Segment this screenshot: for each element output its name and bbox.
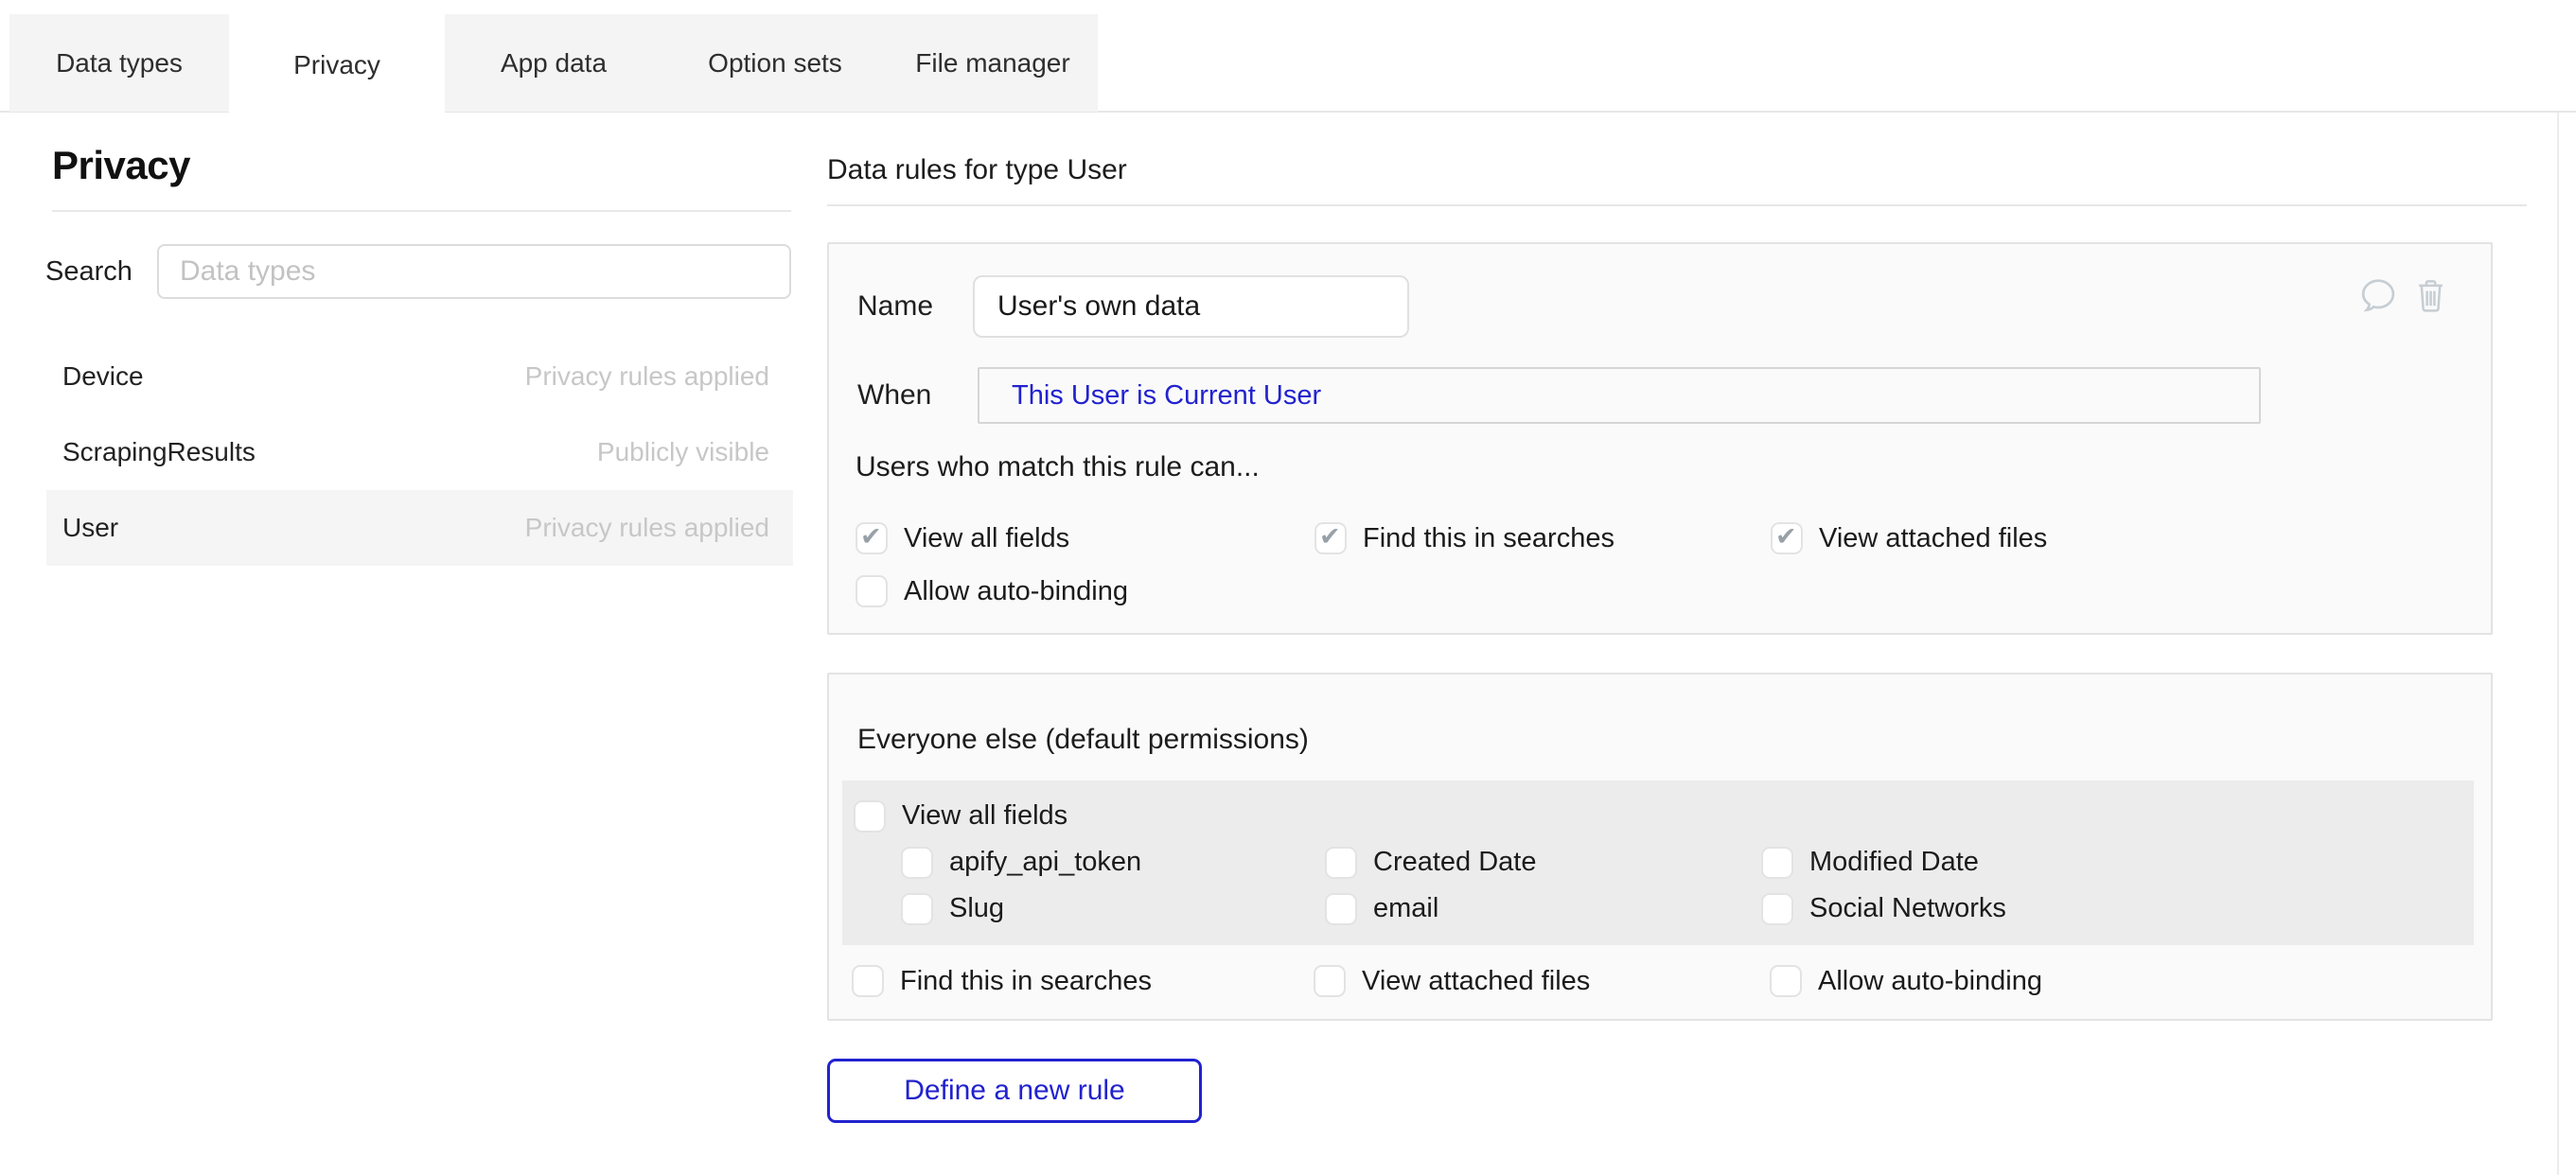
panel-divider	[827, 204, 2527, 206]
checkbox[interactable]	[1314, 965, 1346, 997]
name-label: Name	[857, 290, 973, 323]
perm-find-in-searches: Find this in searches	[1314, 512, 1771, 565]
checkbox-label: View all fields	[902, 800, 1067, 832]
match-rule-text: Users who match this rule can...	[856, 449, 2491, 485]
checkbox-label: Allow auto-binding	[1818, 966, 2042, 997]
checkbox-label: View attached files	[1819, 523, 2047, 554]
field-checkbox-grid: apify_api_token Created Date Modified Da…	[901, 839, 2474, 932]
panel-heading: Data rules for type User	[827, 152, 2576, 188]
rule-permissions: View all fields Find this in searches Vi…	[856, 512, 2491, 618]
checkbox[interactable]	[901, 847, 933, 879]
field-created-date: Created Date	[1325, 839, 1761, 886]
default-bottom-permissions: Find this in searches View attached file…	[852, 955, 2491, 1008]
default-permissions-card: Everyone else (default permissions) View…	[827, 673, 2493, 1021]
checkbox-label: Allow auto-binding	[904, 576, 1128, 607]
privacy-status: Privacy rules applied	[525, 513, 769, 543]
data-rules-panel: Data rules for type User Name	[827, 113, 2576, 1123]
checkbox-label: Find this in searches	[900, 966, 1152, 997]
comment-icon[interactable]	[2359, 278, 2397, 313]
checkbox[interactable]	[1770, 965, 1802, 997]
checkbox[interactable]	[1325, 847, 1357, 879]
default-allow-auto-binding: Allow auto-binding	[1770, 955, 2491, 1008]
list-item-user[interactable]: User Privacy rules applied	[46, 490, 793, 566]
checkbox-label: Created Date	[1373, 847, 1537, 878]
field-slug: Slug	[901, 886, 1325, 932]
checkbox-label: email	[1373, 893, 1438, 924]
perm-view-attached-files: View attached files	[1771, 512, 2491, 565]
checkbox-label: View attached files	[1362, 966, 1590, 997]
when-condition-input[interactable]: This User is Current User	[978, 367, 2261, 424]
tab-label: Privacy	[293, 50, 380, 80]
data-type-list: Device Privacy rules applied ScrapingRes…	[46, 339, 793, 566]
checkbox[interactable]	[856, 575, 888, 607]
fields-section: View all fields apify_api_token Created …	[842, 780, 2474, 945]
checkbox-label: apify_api_token	[949, 847, 1141, 878]
perm-allow-auto-binding: Allow auto-binding	[856, 565, 1314, 618]
page-title: Privacy	[52, 142, 827, 189]
tab-label: File manager	[915, 48, 1069, 79]
when-label: When	[857, 379, 973, 412]
rule-card-actions	[2359, 278, 2445, 313]
list-item-device[interactable]: Device Privacy rules applied	[46, 339, 793, 414]
tab-bar: Data types Privacy App data Option sets …	[9, 14, 1098, 116]
tab-label: Data types	[56, 48, 183, 79]
data-type-name: Device	[62, 361, 144, 392]
tab-file-manager[interactable]: File manager	[888, 14, 1098, 112]
field-social-networks: Social Networks	[1761, 886, 2474, 932]
checkbox-label: Slug	[949, 893, 1004, 924]
default-view-all-fields: View all fields	[854, 793, 2474, 839]
checkbox[interactable]	[1314, 522, 1347, 554]
default-card-title: Everyone else (default permissions)	[829, 675, 2491, 758]
field-apify-api-token: apify_api_token	[901, 839, 1325, 886]
tab-label: App data	[501, 48, 607, 79]
rule-name-input[interactable]	[973, 275, 1409, 338]
search-row: Search	[45, 244, 827, 299]
privacy-sidebar: Privacy Search Device Privacy rules appl…	[0, 113, 827, 566]
tab-data-types[interactable]: Data types	[9, 14, 229, 112]
privacy-status: Publicly visible	[597, 437, 769, 467]
checkbox[interactable]	[1761, 893, 1793, 925]
checkbox-label: View all fields	[904, 523, 1069, 554]
checkbox[interactable]	[901, 893, 933, 925]
when-row: When This User is Current User	[857, 367, 2491, 424]
privacy-status: Privacy rules applied	[525, 361, 769, 392]
data-type-name: ScrapingResults	[62, 437, 256, 467]
define-new-rule-button[interactable]: Define a new rule	[827, 1059, 1202, 1123]
checkbox[interactable]	[856, 522, 888, 554]
checkbox-label: Social Networks	[1809, 893, 2006, 924]
trash-icon[interactable]	[2416, 279, 2445, 312]
search-label: Search	[45, 256, 157, 288]
field-modified-date: Modified Date	[1761, 839, 2474, 886]
checkbox[interactable]	[854, 800, 886, 833]
default-view-attached-files: View attached files	[1314, 955, 1770, 1008]
field-email: email	[1325, 886, 1761, 932]
tab-label: Option sets	[708, 48, 842, 79]
list-item-scrapingresults[interactable]: ScrapingResults Publicly visible	[46, 414, 793, 490]
checkbox-label: Modified Date	[1809, 847, 1979, 878]
name-row: Name	[857, 275, 2491, 338]
when-condition-value: This User is Current User	[1012, 380, 1321, 412]
tab-option-sets[interactable]: Option sets	[662, 14, 888, 112]
search-input[interactable]	[157, 244, 791, 299]
tab-privacy[interactable]: Privacy	[229, 14, 445, 116]
rule-card: Name When This User is Current User User…	[827, 242, 2493, 635]
perm-view-all-fields: View all fields	[856, 512, 1314, 565]
checkbox-label: Find this in searches	[1363, 523, 1614, 554]
tab-app-data[interactable]: App data	[445, 14, 662, 112]
checkbox[interactable]	[852, 965, 884, 997]
checkbox[interactable]	[1761, 847, 1793, 879]
sidebar-divider	[52, 210, 791, 212]
data-type-name: User	[62, 513, 118, 543]
default-find-in-searches: Find this in searches	[852, 955, 1314, 1008]
checkbox[interactable]	[1325, 893, 1357, 925]
checkbox[interactable]	[1771, 522, 1803, 554]
